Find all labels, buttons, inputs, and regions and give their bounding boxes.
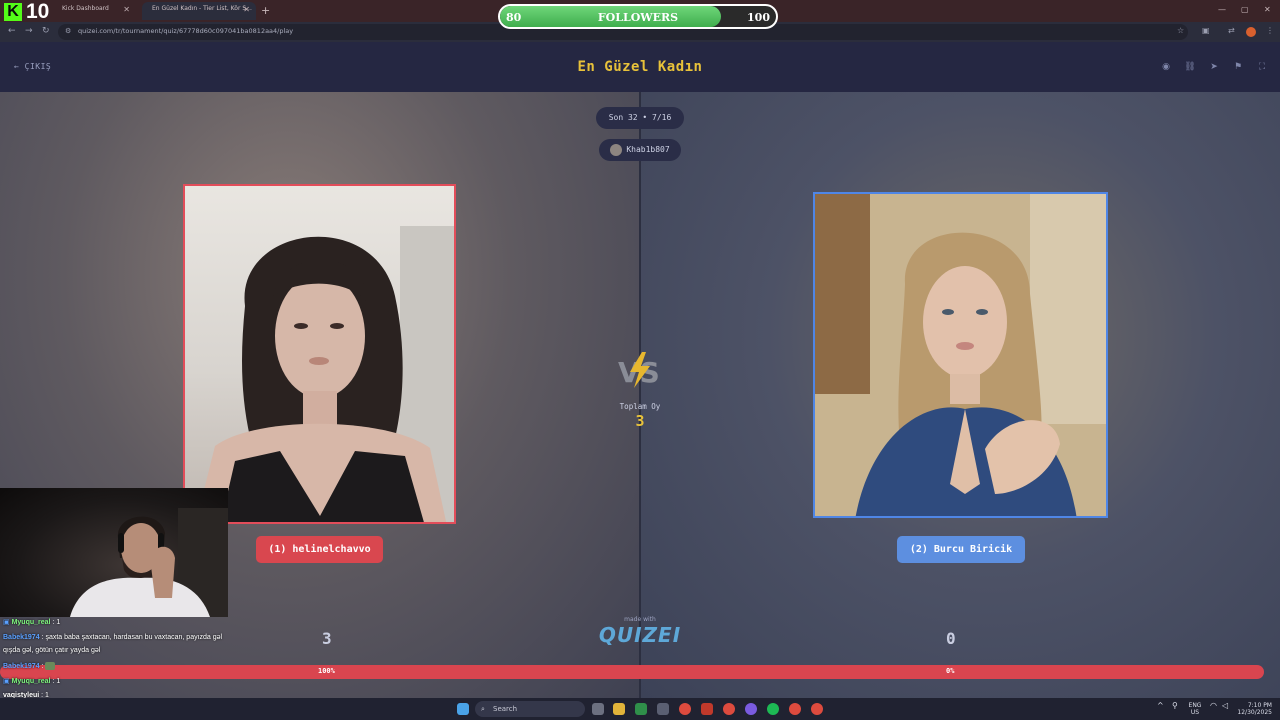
extension-icon[interactable]: ⇄: [1228, 26, 1235, 35]
wifi-icon[interactable]: ◠: [1210, 702, 1217, 710]
site-info-icon[interactable]: ⚙: [65, 27, 71, 35]
chrome-icon[interactable]: [811, 703, 823, 715]
chat-message: Babek1974 :: [3, 662, 56, 670]
tray-chevron-icon[interactable]: ^: [1157, 702, 1164, 710]
kick-logo: K: [4, 3, 22, 21]
fullscreen-icon[interactable]: ⛶: [1253, 59, 1271, 75]
volume-icon[interactable]: ◁: [1222, 702, 1228, 710]
chat-emote-icon: [45, 662, 56, 670]
menu-icon[interactable]: ⋮: [1266, 26, 1274, 35]
language-indicator[interactable]: ENG US: [1186, 702, 1204, 716]
chat-username: Myuqu_real: [11, 678, 51, 685]
flag-icon[interactable]: ⚑: [1229, 59, 1247, 75]
tab-close-icon[interactable]: ✕: [123, 5, 130, 14]
chat-message: ▣ Myuqu_real : 1: [3, 618, 60, 626]
chat-badge-icon: ▣: [3, 619, 12, 626]
extensions-icon[interactable]: ▣: [1202, 26, 1210, 35]
reload-icon[interactable]: ↻: [42, 26, 50, 36]
right-percent: 0%: [946, 667, 955, 675]
bookmark-star-icon[interactable]: ☆: [1177, 26, 1184, 35]
app-icon[interactable]: [745, 703, 757, 715]
left-contestant-photo[interactable]: [183, 184, 456, 524]
followers-goal: 100: [747, 11, 770, 24]
windows-start-icon[interactable]: [457, 703, 469, 715]
result-bar: 100% 0%: [0, 665, 1264, 679]
tray-app-icon[interactable]: ⚲: [1172, 702, 1178, 710]
minimize-button[interactable]: —: [1218, 5, 1226, 14]
round-pill: Son 32 • 7/16: [596, 107, 684, 129]
page-title: En Güzel Kadın: [577, 59, 703, 75]
app-icon[interactable]: [635, 703, 647, 715]
chrome-icon[interactable]: [679, 703, 691, 715]
link-icon[interactable]: ⛓: [1181, 59, 1199, 75]
spotify-icon[interactable]: [767, 703, 779, 715]
vote-left-button[interactable]: (1) helinelchavvo: [256, 536, 383, 563]
send-icon[interactable]: ➤: [1205, 59, 1223, 75]
chat-text: şaxta baba şaxtacan, hardasan bu vaxtaca…: [45, 634, 223, 641]
vote-right-button[interactable]: (2) Burcu Biricik: [897, 536, 1025, 563]
tab-close-icon[interactable]: ✕: [243, 5, 250, 14]
task-view-icon[interactable]: [592, 703, 604, 715]
tab-title: Kick Dashboard: [62, 5, 109, 12]
followers-label: FOLLOWERS: [597, 11, 679, 24]
chat-message: ▣ Myuqu_real : 1: [3, 677, 60, 685]
chat-message: Babek1974 : şaxta baba şaxtacan, hardasa…: [3, 634, 222, 641]
profile-avatar[interactable]: [1246, 27, 1256, 37]
app-header: ← ÇIKIŞ En Güzel Kadın ◉ ⛓ ➤ ⚑ ⛶: [0, 42, 1280, 92]
left-percent: 100%: [318, 667, 335, 675]
streamer-webcam: [0, 488, 228, 617]
streamer-illustration: [70, 508, 228, 617]
file-explorer-icon[interactable]: [613, 703, 625, 715]
center-divider: [639, 92, 641, 698]
search-placeholder: Search: [493, 705, 518, 713]
chat-badge-icon: ▣: [3, 678, 12, 685]
chat-text: 1: [56, 678, 61, 685]
chrome-icon[interactable]: [723, 703, 735, 715]
taskbar-search[interactable]: ⌕ Search: [475, 701, 585, 717]
chat-username: Babek1974: [3, 634, 40, 641]
language-code: ENG: [1188, 702, 1202, 709]
forward-icon[interactable]: →: [25, 26, 33, 36]
tab-title: En Güzel Kadın - Tier List, Kör S...: [152, 5, 252, 12]
app-icon[interactable]: [701, 703, 713, 715]
windows-taskbar: ⌕ Search ^ ⚲ ENG US ◠ ◁ 7:10 PM 12/30/20…: [0, 698, 1280, 720]
tab-quiz[interactable]: En Güzel Kadın - Tier List, Kör S... ✕: [142, 2, 256, 20]
chat-username: Myuqu_real: [11, 619, 51, 626]
viewer-count: 10: [26, 0, 50, 23]
eye-icon[interactable]: ◉: [1157, 59, 1175, 75]
right-contestant-photo[interactable]: [813, 192, 1108, 518]
clock[interactable]: 7:10 PM 12/30/2025: [1236, 702, 1272, 716]
chat-text: qışda gəl, götün çatır yayda gəl: [3, 647, 101, 654]
search-icon: ⌕: [481, 705, 485, 713]
left-portrait-illustration: [196, 226, 454, 522]
clock-time: 7:10 PM: [1247, 702, 1272, 709]
chat-text: 1: [56, 619, 61, 626]
user-avatar: [610, 143, 623, 156]
user-name: Khab1b807: [626, 145, 670, 154]
versus-lightning-icon: VS: [618, 352, 660, 389]
back-icon[interactable]: ←: [8, 26, 16, 36]
new-tab-button[interactable]: +: [261, 4, 270, 17]
close-window-button[interactable]: ✕: [1264, 5, 1271, 14]
maximize-button[interactable]: ▢: [1241, 5, 1249, 14]
right-portrait-illustration: [815, 194, 1106, 516]
chat-message-continued: qışda gəl, götün çatır yayda gəl: [3, 647, 100, 654]
region-code: US: [1190, 709, 1200, 716]
app-icon[interactable]: [657, 703, 669, 715]
chat-username: Babek1974: [3, 662, 40, 670]
made-with-label: made with: [624, 616, 656, 623]
chrome-icon[interactable]: [789, 703, 801, 715]
tab-kick-dashboard[interactable]: Kick Dashboard ✕: [52, 2, 136, 20]
user-pill: Khab1b807: [599, 139, 681, 161]
clock-date: 12/30/2025: [1237, 709, 1272, 716]
total-votes-label: Toplam Oy: [619, 402, 661, 411]
followers-goal-bar: 80 FOLLOWERS 100: [498, 4, 778, 29]
url-text: quizei.com/tr/tournament/quiz/67778d60c0…: [78, 27, 294, 35]
total-votes-value: 3: [635, 412, 645, 430]
